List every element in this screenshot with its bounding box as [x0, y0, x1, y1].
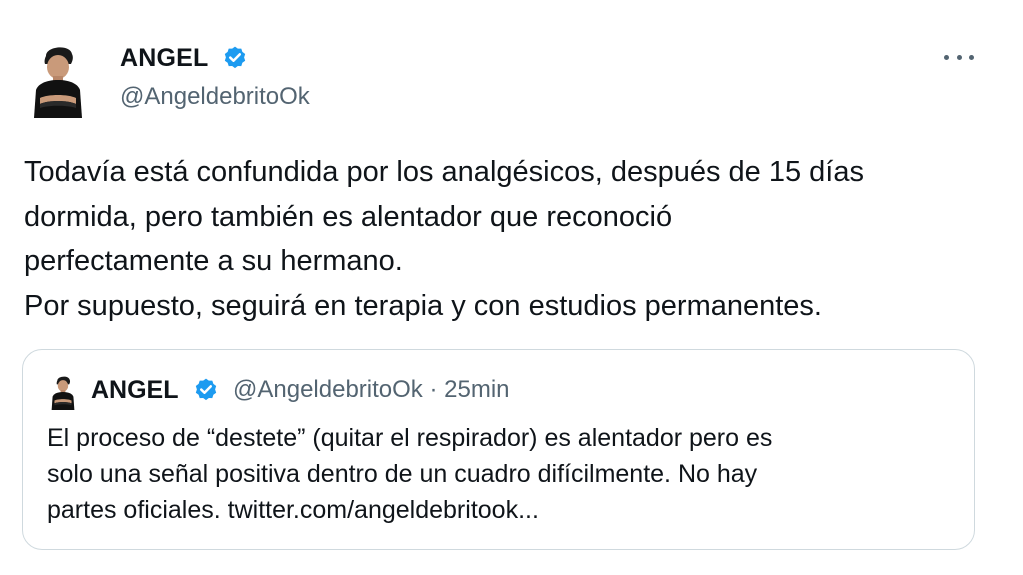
more-dot: [956, 54, 962, 60]
quoted-text-line: El proceso de “destete” (quitar el respi…: [47, 424, 773, 452]
more-dot: [969, 54, 974, 60]
quoted-handle-time: @AngeldebritoOk · 25min: [233, 376, 510, 403]
quoted-avatar: [51, 376, 75, 410]
author-name[interactable]: ANGEL: [120, 44, 209, 73]
tweet-text: Todavía está confundida por los analgési…: [24, 150, 999, 328]
quoted-author-name: ANGEL: [91, 376, 179, 404]
author-handle[interactable]: @AngeldebritoOk: [120, 83, 310, 111]
quoted-tweet-text: El proceso de “destete” (quitar el respi…: [47, 420, 957, 528]
avatar[interactable]: [26, 42, 90, 118]
quoted-text-line: partes oficiales. twitter.com/angeldebri…: [47, 496, 539, 524]
tweet: ANGEL @AngeldebritoOk Todavía está confu…: [0, 0, 1023, 575]
more-horizontal-icon[interactable]: [944, 47, 974, 67]
more-dot: [944, 54, 949, 60]
verified-badge-icon: [195, 378, 217, 401]
tweet-text-line: Por supuesto, seguirá en terapia y con e…: [24, 289, 822, 322]
tweet-text-line: perfectamente a su hermano.: [24, 245, 403, 277]
tweet-text-line: Todavía está confundida por los analgési…: [24, 156, 864, 188]
tweet-text-line: dormida, pero también es alentador que r…: [24, 200, 673, 233]
verified-badge-icon: [224, 46, 246, 69]
quoted-text-line: solo una señal positiva dentro de un cua…: [47, 460, 758, 488]
